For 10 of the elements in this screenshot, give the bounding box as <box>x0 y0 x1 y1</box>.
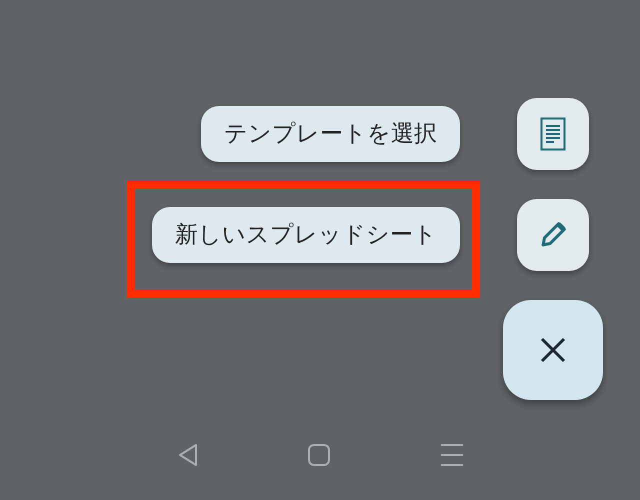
action-label[interactable]: テンプレートを選択 <box>201 106 460 162</box>
close-icon <box>540 337 566 363</box>
menu-icon[interactable] <box>440 443 464 467</box>
pencil-button[interactable] <box>517 199 589 271</box>
document-icon <box>540 117 566 151</box>
home-icon[interactable] <box>307 443 332 467</box>
close-button[interactable] <box>503 300 603 400</box>
document-button[interactable] <box>517 98 589 170</box>
action-label[interactable]: 新しいスプレッドシート <box>152 207 460 263</box>
back-icon[interactable] <box>177 443 200 467</box>
